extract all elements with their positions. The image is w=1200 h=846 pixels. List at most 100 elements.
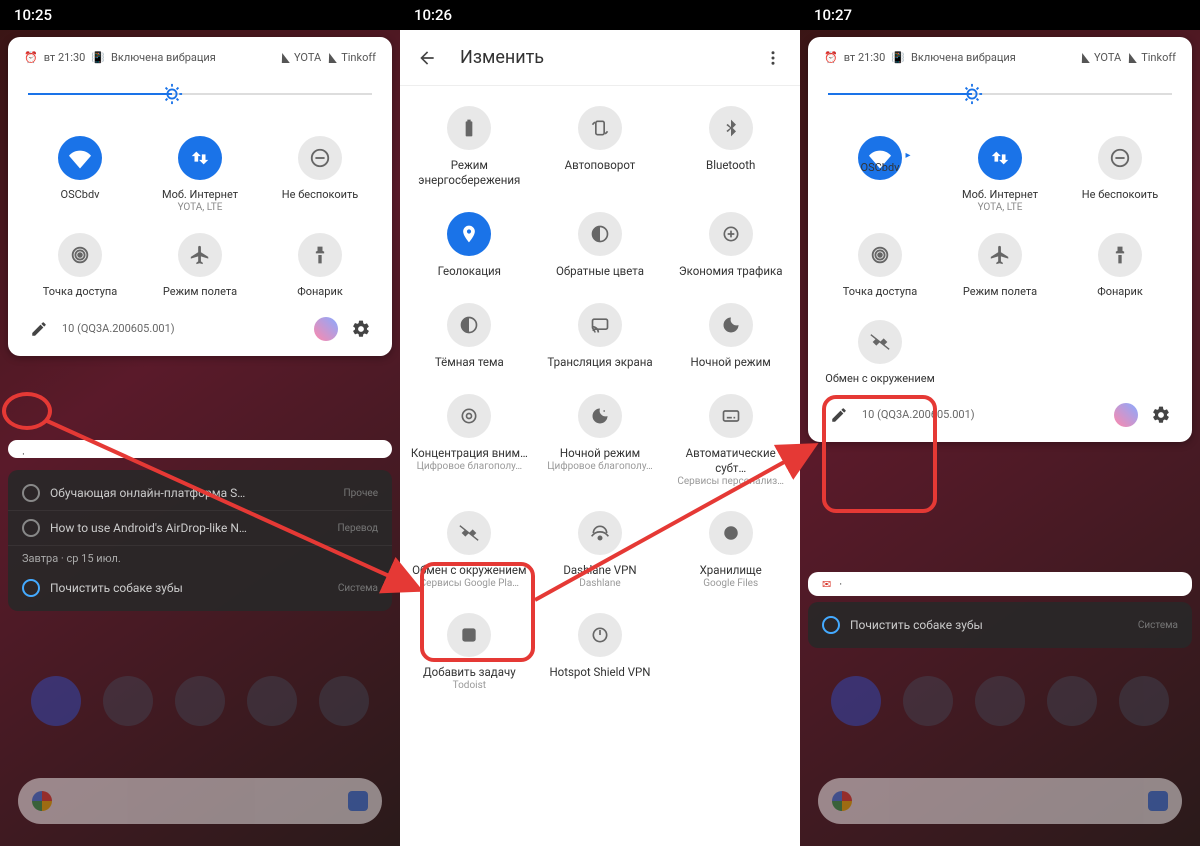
qs-edit-panel: Изменить Режим энергосбережения Автоповор… — [400, 30, 800, 846]
qs-tile-flash[interactable]: Фонарик — [1060, 227, 1180, 305]
settings-icon[interactable] — [348, 316, 374, 342]
qs-tile-wifi[interactable]: OSCbdv — [20, 130, 140, 219]
gmail-notification[interactable]: ✉ · — [808, 572, 1192, 596]
qs-tile-focus[interactable]: Концентрация вним…Цифровое благополу… — [404, 382, 535, 499]
settings-icon[interactable] — [1148, 402, 1174, 428]
tile-label: Хранилище — [700, 563, 762, 578]
wifi-icon — [58, 136, 102, 180]
brightness-slider[interactable] — [28, 82, 372, 106]
qs-tile-todoist[interactable]: Добавить задачуTodoist — [404, 601, 535, 703]
tile-sublabel: YOTA, LTE — [978, 202, 1023, 213]
tile-sublabel: Сервисы персонализ… — [677, 476, 784, 487]
qs-tile-bt[interactable]: Bluetooth — [665, 94, 796, 200]
brightness-slider[interactable] — [828, 82, 1172, 106]
tile-label: Не беспокоить — [1082, 188, 1158, 202]
tile-label: Dashlane VPN — [563, 563, 636, 578]
qs-tile-storage[interactable]: ХранилищеGoogle Files — [665, 499, 796, 601]
vibrate-icon: 📳 — [891, 51, 905, 64]
qs-tile-vpn[interactable]: Dashlane VPNDashlane — [535, 499, 666, 601]
qs-tile-dark[interactable]: Тёмная тема — [404, 291, 535, 382]
notification-item[interactable]: Почистить собаке зубыСистема — [8, 571, 392, 605]
tile-label: Обратные цвета — [556, 264, 644, 279]
alarm-icon: ⏰ — [24, 51, 38, 64]
tile-label: Точка доступа — [843, 285, 918, 299]
qs-tile-plane[interactable]: Режим полета — [940, 227, 1060, 305]
qs-tile-rotate[interactable]: Автоповорот — [535, 94, 666, 200]
qs-tile-nearby[interactable]: Обмен с окружениемСервисы Google Pla… — [404, 499, 535, 601]
notification-item[interactable]: Обучающая онлайн-платформа S…Прочее — [8, 476, 392, 511]
qs-tile-swap[interactable]: Моб. ИнтернетYOTA, LTE — [940, 130, 1060, 219]
tile-label: Тёмная тема — [435, 355, 504, 370]
qs-footer: 10 (QQ3A.200605.001) — [814, 392, 1186, 432]
tile-sublabel: Сервисы Google Pla… — [420, 578, 519, 589]
edit-title: Изменить — [460, 47, 740, 68]
qs-tile-swap[interactable]: Моб. ИнтернетYOTA, LTE — [140, 130, 260, 219]
qs-tile-dnd[interactable]: Не беспокоить — [1060, 130, 1180, 219]
tile-label: Автоповорот — [565, 158, 636, 173]
overflow-menu-icon[interactable] — [760, 45, 786, 71]
qs-tile-hotspot[interactable]: Точка доступа — [820, 227, 940, 305]
flash-icon — [298, 233, 342, 277]
tile-label: OSCbdv — [861, 161, 900, 175]
captions-icon — [709, 394, 753, 438]
location-icon — [447, 212, 491, 256]
android-statusbar: 10:27 — [800, 0, 1200, 30]
qs-tile-datasaver[interactable]: Экономия трафика — [665, 200, 796, 291]
notification-list: Почистить собаке зубыСистема — [808, 602, 1192, 648]
assistant-icon[interactable] — [348, 791, 368, 811]
signal-icon — [325, 53, 337, 63]
focus-icon — [447, 394, 491, 438]
storage-icon — [709, 511, 753, 555]
notification-item[interactable]: How to use Android's AirDrop-like N…Пере… — [8, 511, 392, 546]
google-search-bar[interactable] — [18, 778, 382, 824]
tile-sublabel: Цифровое благополу… — [547, 461, 653, 472]
tile-label: Режим полета — [963, 285, 1037, 299]
qs-tile-cast[interactable]: Трансляция экрана — [535, 291, 666, 382]
nearby-icon — [858, 320, 902, 364]
qs-tile-plane[interactable]: Режим полета — [140, 227, 260, 305]
qs-tile-nearby[interactable]: Обмен с окружением — [820, 314, 940, 392]
tile-label: OSCbdv — [61, 188, 100, 202]
qs-tile-power[interactable]: Hotspot Shield VPN — [535, 601, 666, 703]
user-avatar[interactable] — [1114, 403, 1138, 427]
android-statusbar: 10:25 — [0, 0, 400, 30]
edit-icon[interactable] — [26, 316, 52, 342]
qs-tile-dnd[interactable]: Не беспокоить — [260, 130, 380, 219]
qs-tile-flash[interactable]: Фонарик — [260, 227, 380, 305]
google-search-bar[interactable] — [818, 778, 1182, 824]
qs-tile-battery[interactable]: Режим энергосбережения — [404, 94, 535, 200]
build-version: 10 (QQ3A.200605.001) — [62, 322, 304, 335]
home-dock — [820, 676, 1180, 726]
qs-footer: 10 (QQ3A.200605.001) — [14, 306, 386, 346]
back-icon[interactable] — [414, 45, 440, 71]
edit-icon[interactable] — [826, 402, 852, 428]
tile-label: Геолокация — [438, 264, 501, 279]
qs-tile-location[interactable]: Геолокация — [404, 200, 535, 291]
tile-label: Моб. Интернет — [962, 188, 1038, 202]
swap-icon — [978, 136, 1022, 180]
tile-sublabel: Google Files — [703, 578, 758, 589]
tile-sublabel: Цифровое благополу… — [417, 461, 523, 472]
notification-item[interactable]: Почистить собаке зубыСистема — [808, 608, 1192, 642]
assistant-icon[interactable] — [1148, 791, 1168, 811]
nearby-icon — [447, 511, 491, 555]
qs-tile-night[interactable]: Ночной режим — [665, 291, 796, 382]
qs-tile-wifi[interactable]: ▸OSCbdv — [820, 130, 940, 219]
qs-status-row: ⏰вт 21:30 📳Включена вибрация YOTA Tinkof… — [814, 51, 1186, 64]
todoist-icon — [447, 613, 491, 657]
qs-tile-hotspot[interactable]: Точка доступа — [20, 227, 140, 305]
date-header: Завтра · ср 15 июл. — [8, 546, 392, 571]
qs-tile-invert[interactable]: Обратные цвета — [535, 200, 666, 291]
edit-header: Изменить — [400, 30, 800, 86]
tile-label: Фонарик — [297, 285, 343, 299]
tile-label: Обмен с окружением — [825, 372, 935, 386]
tile-label: Моб. Интернет — [162, 188, 238, 202]
notification-strip[interactable]: · — [8, 440, 392, 458]
qs-tile-captions[interactable]: Автоматические субт…Сервисы персонализ… — [665, 382, 796, 499]
signal-icon — [1078, 53, 1090, 63]
tile-label: Концентрация вним… — [411, 446, 528, 461]
user-avatar[interactable] — [314, 317, 338, 341]
tile-label: Точка доступа — [43, 285, 118, 299]
datasaver-icon — [709, 212, 753, 256]
qs-tile-night2[interactable]: Ночной режимЦифровое благополу… — [535, 382, 666, 499]
